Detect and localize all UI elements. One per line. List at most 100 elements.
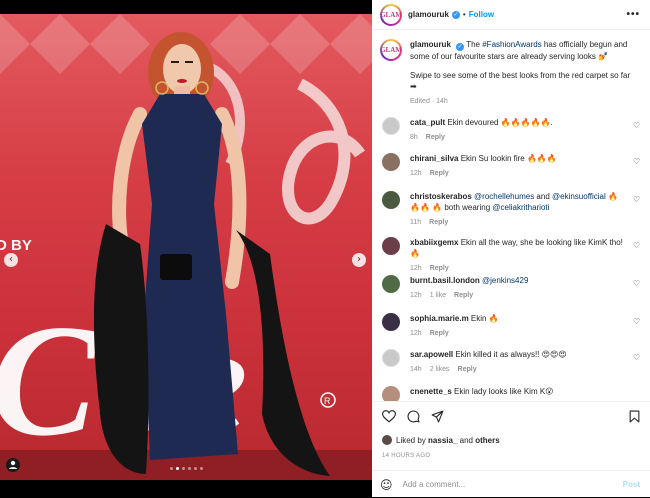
follow-button[interactable]: Follow: [469, 10, 494, 19]
red-carpet-backdrop: D BY Coe R: [0, 14, 372, 480]
comment-text: Ekin devoured 🔥🔥🔥🔥🔥.: [447, 118, 553, 127]
like-comment-icon[interactable]: ♡: [633, 317, 640, 326]
next-slide-button[interactable]: ›: [352, 253, 366, 267]
reply-button[interactable]: Reply: [430, 170, 449, 177]
comment-time: 14h: [410, 366, 422, 373]
like-comment-icon[interactable]: ♡: [633, 195, 640, 204]
bookmark-icon: [629, 410, 640, 423]
like-comment-icon[interactable]: ♡: [633, 121, 640, 130]
reply-button[interactable]: Reply: [426, 134, 445, 141]
liked-by: Liked by nassia_ and others: [382, 435, 500, 445]
caption-text: The: [466, 40, 483, 49]
commenter-avatar[interactable]: [382, 153, 400, 171]
more-options-icon[interactable]: •••: [626, 9, 640, 20]
like-button[interactable]: [382, 410, 396, 423]
comment-time: 11h: [410, 219, 422, 226]
comment-button[interactable]: [407, 410, 420, 423]
comment-icon: [407, 410, 420, 423]
commenter-avatar[interactable]: [382, 349, 400, 367]
like-comment-icon[interactable]: ♡: [633, 157, 640, 166]
mention-link[interactable]: @jenkins429: [482, 276, 528, 285]
separator: •: [462, 10, 466, 19]
verified-badge-icon: ✓: [456, 43, 465, 51]
carousel-dot: [182, 467, 185, 470]
caption-line-2: Swipe to see some of the best looks from…: [410, 71, 631, 80]
comment-item: xbabiixgemx Ekin all the way, she be loo…: [380, 237, 642, 274]
commenter-avatar[interactable]: [382, 117, 400, 135]
carousel-dot: [200, 467, 203, 470]
avatar-logo: GLAM: [380, 5, 402, 24]
caption-avatar[interactable]: GLAM: [380, 39, 402, 61]
save-button[interactable]: [629, 410, 640, 423]
reply-button[interactable]: Reply: [458, 366, 477, 373]
comment-item: sar.apowell Ekin killed it as always!! 😍…: [380, 349, 642, 375]
comment-username[interactable]: cnenette_s: [410, 387, 452, 396]
comment-item: cata_pult Ekin devoured 🔥🔥🔥🔥🔥. 8h Reply ♡: [380, 117, 642, 143]
commenter-avatar[interactable]: [382, 275, 400, 293]
comment-username[interactable]: sar.apowell: [410, 350, 453, 359]
share-button[interactable]: [431, 410, 444, 423]
comment-text: Ekin Su lookin fire 🔥🔥🔥: [460, 154, 557, 163]
caption-meta: Edited · 14h: [410, 98, 448, 105]
comment-time: 12h: [410, 330, 422, 337]
liked-by-others[interactable]: others: [475, 436, 499, 445]
comment-item: cnenette_s Ekin lady looks like Kim K😮: [380, 386, 642, 401]
liked-by-mid: and: [459, 435, 473, 445]
post-media: D BY Coe R: [0, 0, 372, 497]
commenter-avatar[interactable]: [382, 191, 400, 209]
comment-text: and: [534, 192, 552, 201]
comments-list[interactable]: GLAM glamouruk ✓ The #FashionAwards has …: [372, 31, 650, 401]
commenter-avatar[interactable]: [382, 237, 400, 255]
comment-item: christoskerabos @rochellehumes and @ekin…: [380, 191, 642, 228]
comment-time: 12h: [410, 292, 422, 299]
previous-slide-button[interactable]: ‹: [4, 253, 18, 267]
comment-username[interactable]: cata_pult: [410, 118, 445, 127]
svg-text:D BY: D BY: [0, 237, 32, 254]
post-caption: GLAM glamouruk ✓ The #FashionAwards has …: [380, 39, 642, 107]
like-comment-icon[interactable]: ♡: [633, 241, 640, 250]
comment-username[interactable]: sophia.marie.m: [410, 314, 469, 323]
avatar-logo: GLAM: [380, 41, 402, 59]
post-actions: Liked by nassia_ and others 14 HOURS AGO…: [372, 401, 650, 497]
comment-likes[interactable]: 2 likes: [430, 366, 450, 373]
comment-username[interactable]: burnt.basil.london: [410, 276, 480, 285]
header-username[interactable]: glamouruk: [408, 10, 449, 19]
post-photo: D BY Coe R: [0, 14, 372, 480]
verified-badge-icon: ✓: [451, 10, 460, 19]
avatar[interactable]: GLAM: [380, 3, 402, 26]
tagged-users-button[interactable]: [6, 458, 20, 472]
comment-username[interactable]: xbabiixgemx: [410, 238, 458, 247]
carousel-dot: [188, 467, 191, 470]
comment-username[interactable]: chirani_silva: [410, 154, 458, 163]
comment-input[interactable]: Add a comment...: [403, 480, 623, 489]
mention-link[interactable]: @celiakritharioti: [492, 203, 549, 212]
commenter-avatar[interactable]: [382, 313, 400, 331]
reply-button[interactable]: Reply: [430, 330, 449, 337]
post-side-panel: GLAM glamouruk ✓ • Follow ••• GLAM glamo…: [372, 0, 650, 497]
emoji-icon[interactable]: ☺: [380, 478, 393, 492]
hashtag-link[interactable]: #FashionAwards: [482, 40, 541, 49]
carousel-dot: [170, 467, 173, 470]
comment-item: burnt.basil.london @jenkins429 12h 1 like…: [380, 275, 642, 301]
comment-username[interactable]: christoskerabos: [410, 192, 472, 201]
mention-link[interactable]: @rochellehumes: [474, 192, 534, 201]
caption-username[interactable]: glamouruk: [410, 40, 451, 49]
like-comment-icon[interactable]: ♡: [633, 353, 640, 362]
like-comment-icon[interactable]: ♡: [633, 279, 640, 288]
heart-icon: [382, 410, 396, 423]
post-comment-button[interactable]: Post: [623, 480, 640, 489]
svg-text:R: R: [324, 396, 331, 406]
liked-by-user[interactable]: nassia_: [428, 436, 457, 445]
send-icon: [431, 410, 444, 423]
commenter-avatar[interactable]: [382, 386, 400, 401]
comment-time: 12h: [410, 170, 422, 177]
reply-button[interactable]: Reply: [454, 292, 473, 299]
post-timestamp: 14 HOURS AGO: [382, 453, 431, 459]
comment-likes[interactable]: 1 like: [430, 292, 446, 299]
mention-link[interactable]: @ekinsuofficial: [552, 192, 606, 201]
reply-button[interactable]: Reply: [430, 265, 449, 272]
liker-avatar[interactable]: [382, 435, 392, 445]
reply-button[interactable]: Reply: [429, 219, 448, 226]
comment-text: Ekin 🔥: [470, 314, 499, 323]
comment-text: Ekin lady looks like Kim K😮: [454, 387, 554, 396]
